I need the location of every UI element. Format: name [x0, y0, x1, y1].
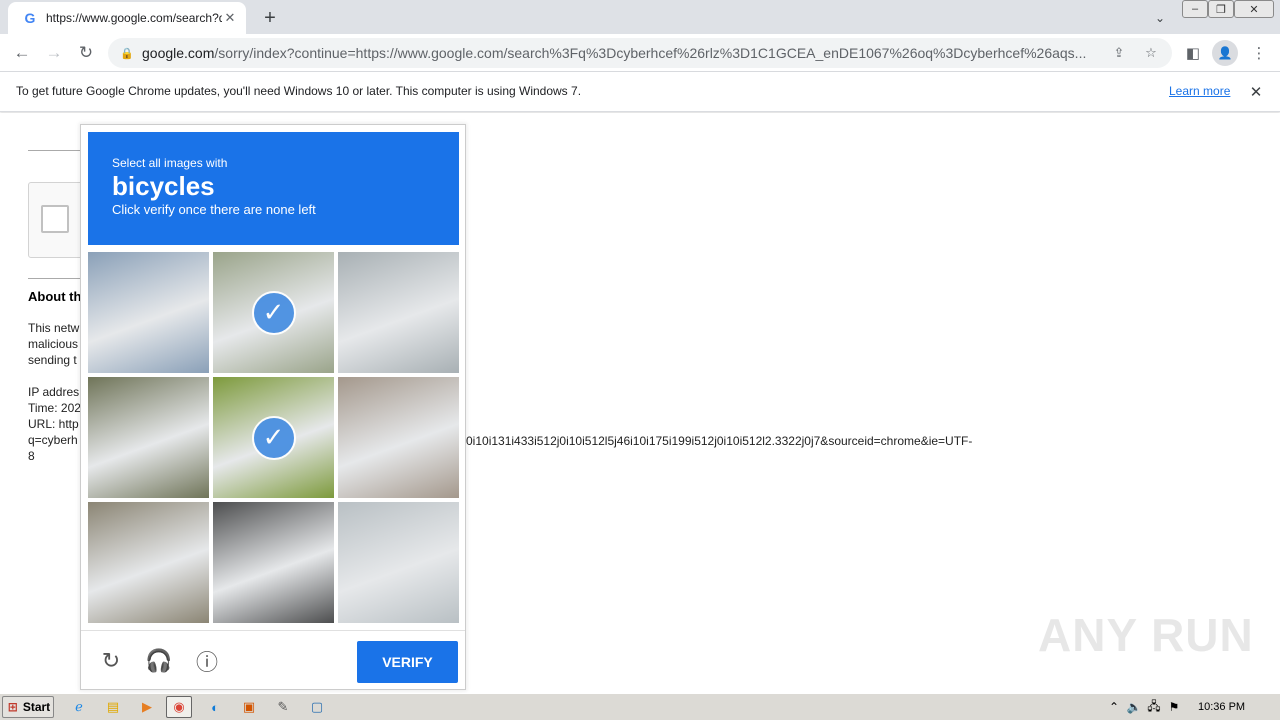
share-icon[interactable]: ⇪: [1108, 42, 1130, 64]
google-favicon-icon: G: [24, 10, 36, 26]
infobar-message: To get future Google Chrome updates, you…: [16, 84, 582, 98]
edge-icon[interactable]: ◐: [202, 696, 228, 718]
notepad-icon[interactable]: ✎: [270, 696, 296, 718]
profile-avatar-icon[interactable]: 👤: [1212, 40, 1238, 66]
internet-explorer-icon[interactable]: ℯ: [66, 696, 92, 718]
side-panel-icon[interactable]: ◧: [1180, 40, 1206, 66]
bookmark-star-icon[interactable]: ☆: [1140, 42, 1162, 64]
file-explorer-icon[interactable]: ▤: [100, 696, 126, 718]
close-tab-icon[interactable]: ✕: [222, 10, 238, 26]
audio-headphones-icon[interactable]: 🎧: [145, 647, 173, 675]
back-arrow-icon[interactable]: ←: [8, 39, 36, 67]
close-window-button[interactable]: ✕: [1234, 0, 1274, 18]
screen: G https://www.google.com/search?q= ✕ + ⌄…: [0, 0, 1280, 720]
captcha-tile-tractor[interactable]: [88, 377, 209, 498]
captcha-tile-street-parked-bicycle[interactable]: [338, 377, 459, 498]
verify-button[interactable]: VERIFY: [357, 641, 458, 683]
windows-logo-icon: ⊞: [7, 700, 18, 714]
captcha-tile-shop-sign[interactable]: [338, 502, 459, 623]
reload-icon[interactable]: ↻: [72, 39, 100, 67]
address-bar[interactable]: 🔒 google.com/sorry/index?continue=https:…: [108, 38, 1172, 68]
reload-challenge-icon[interactable]: ↻: [97, 647, 125, 675]
tab-title: https://www.google.com/search?q=: [46, 11, 222, 25]
lock-icon[interactable]: 🔒: [120, 46, 134, 60]
url-wrap-line: 8: [28, 449, 35, 463]
recaptcha-checkbox-widget[interactable]: [28, 182, 88, 258]
windows-taskbar: ⊞ Start ℯ ▤ ▶ ◉ ◐ ▣ ✎ ▢ ⌃ 🔈 🖧 ⚑ 10:36 PM: [0, 693, 1280, 720]
learn-more-link[interactable]: Learn more: [1169, 84, 1230, 98]
close-infobar-icon[interactable]: ✕: [1246, 82, 1266, 102]
ip-address-line: IP addres: [28, 385, 80, 399]
challenge-instruction: Select all images with: [112, 156, 228, 170]
volume-icon[interactable]: 🔈: [1124, 697, 1144, 717]
system-tray: ⌃ 🔈 🖧 ⚑ 10:36 PM: [1104, 696, 1278, 718]
start-button[interactable]: ⊞ Start: [2, 696, 54, 718]
divider: [28, 150, 88, 151]
anyrun-watermark: ANY RUN: [1038, 609, 1254, 661]
url-text: google.com/sorry/index?continue=https://…: [142, 45, 1098, 61]
network-icon[interactable]: 🖧: [1144, 697, 1164, 717]
app-window-icon[interactable]: ▢: [304, 696, 330, 718]
restore-window-button[interactable]: ❐: [1208, 0, 1234, 18]
flag-icon[interactable]: ⚑: [1164, 697, 1184, 717]
captcha-tile-highway-sign[interactable]: [88, 252, 209, 373]
selected-check-icon: ✓: [251, 290, 296, 335]
chrome-icon[interactable]: ◉: [166, 696, 192, 718]
captcha-tile-field-cyclist[interactable]: ✓: [213, 377, 334, 498]
browser-toolbar: ← → ↻ 🔒 google.com/sorry/index?continue=…: [0, 34, 1280, 72]
tab-search-chevron-icon[interactable]: ⌄: [1150, 8, 1170, 28]
url-host: google.com: [142, 45, 215, 61]
forward-arrow-icon[interactable]: →: [40, 39, 68, 67]
start-label: Start: [22, 700, 51, 714]
captcha-tile-street-with-van[interactable]: [338, 252, 459, 373]
captcha-tile-person-with-bicycle[interactable]: ✓: [213, 252, 334, 373]
challenge-header: Select all images with bicycles Click ve…: [88, 132, 459, 245]
about-text-line: malicious: [28, 337, 79, 351]
info-icon[interactable]: ⓘ: [193, 647, 221, 675]
recaptcha-challenge: Select all images with bicycles Click ve…: [80, 124, 466, 690]
time-line: Time: 202: [28, 401, 81, 415]
url-line: URL: http: [28, 417, 79, 431]
captcha-tile-parked-car[interactable]: [213, 502, 334, 623]
browser-tab[interactable]: G https://www.google.com/search?q= ✕: [8, 2, 246, 34]
challenge-footer: ↻ 🎧 ⓘ VERIFY: [81, 630, 465, 690]
challenge-target-word: bicycles: [112, 171, 215, 201]
tab-strip: G https://www.google.com/search?q= ✕ + ⌄…: [0, 0, 1280, 34]
update-infobar: To get future Google Chrome updates, you…: [0, 72, 1280, 112]
divider: [28, 278, 88, 279]
menu-kebab-icon[interactable]: ⋮: [1246, 40, 1272, 66]
new-tab-button[interactable]: +: [258, 6, 282, 30]
image-grid: ✓ ✓: [88, 252, 459, 623]
about-text-line: sending t: [28, 353, 77, 367]
about-text-line: This netw: [28, 321, 80, 335]
query-line: q=cyberh: [28, 433, 78, 447]
media-player-icon[interactable]: ▶: [134, 696, 160, 718]
about-heading: About th: [28, 289, 82, 304]
clock[interactable]: 10:36 PM: [1198, 701, 1245, 713]
challenge-subinstruction: Click verify once there are none left: [112, 202, 316, 217]
url-path: /sorry/index?continue=https://www.google…: [214, 45, 1087, 61]
recaptcha-checkbox[interactable]: [41, 205, 69, 233]
outlook-icon[interactable]: ▣: [236, 696, 262, 718]
url-tail-text: 0i10i131i433i512j0i10i512l5j46i10i175i19…: [466, 434, 973, 448]
tray-expand-icon[interactable]: ⌃: [1104, 697, 1124, 717]
minimize-window-button[interactable]: –: [1182, 0, 1208, 18]
selected-check-icon: ✓: [251, 415, 296, 460]
captcha-tile-bus[interactable]: [88, 502, 209, 623]
